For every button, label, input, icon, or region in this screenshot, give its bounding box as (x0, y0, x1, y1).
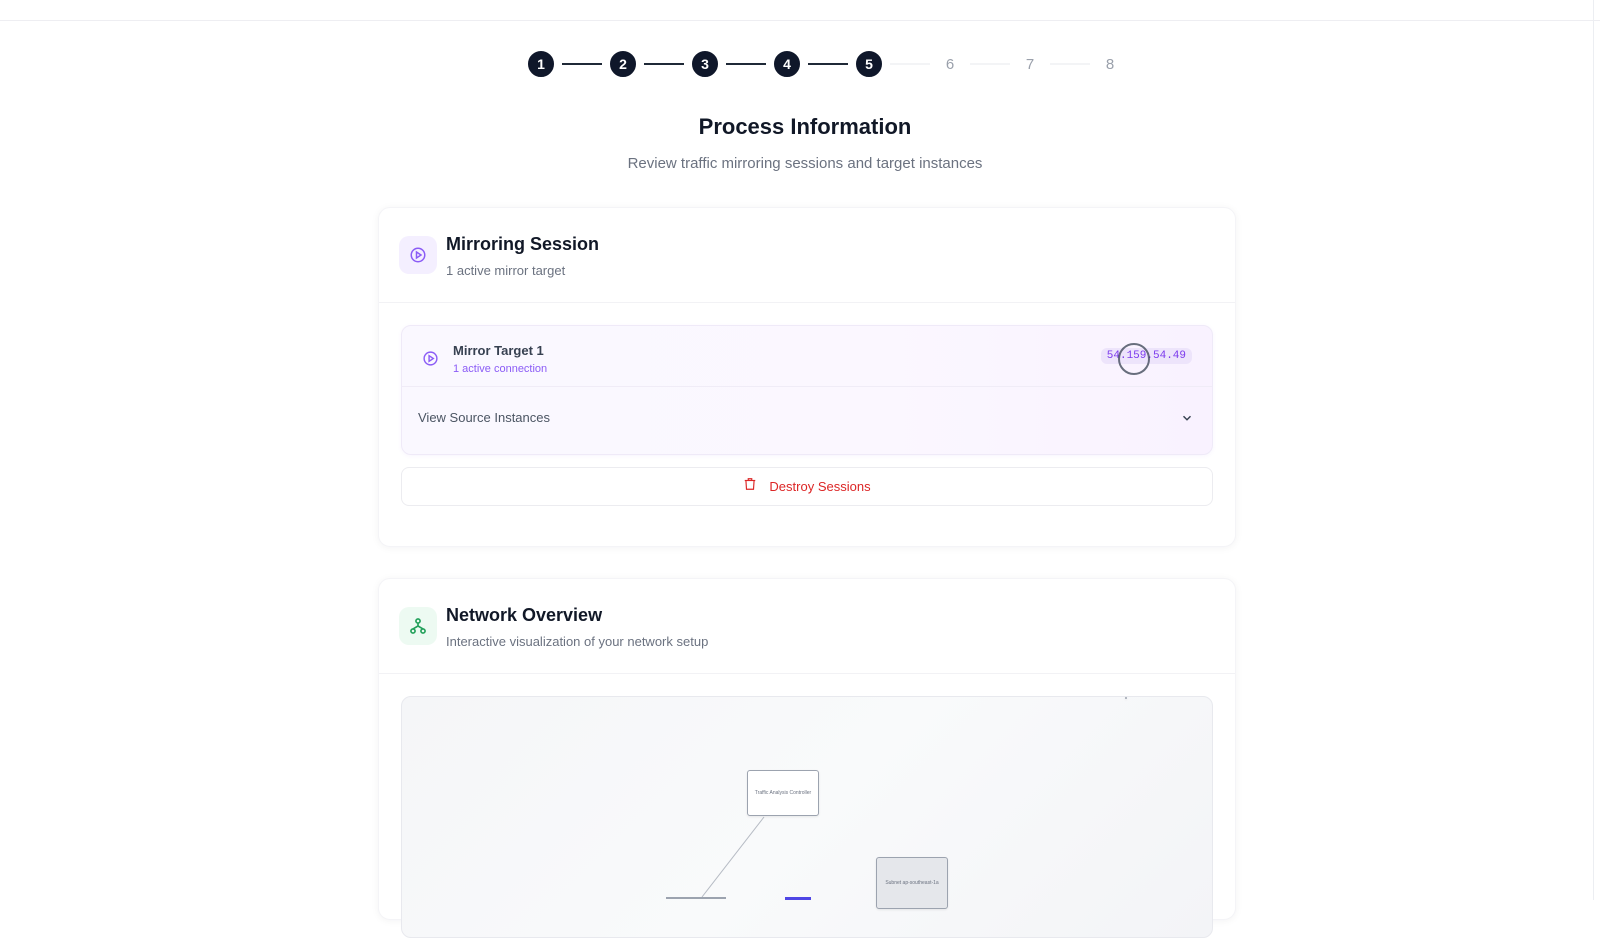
play-circle-icon (422, 350, 439, 372)
step-8: 8 (1105, 55, 1115, 73)
card-header: Mirroring Session 1 active mirror target (379, 208, 1235, 303)
network-icon (399, 607, 437, 645)
network-edges (701, 816, 765, 898)
card-subtitle: Interactive visualization of your networ… (446, 634, 709, 649)
node-label: Traffic Analysis Controller (754, 790, 812, 796)
mirror-target-panel: Mirror Target 1 1 active connection 54.1… (401, 325, 1213, 455)
step-6: 6 (945, 55, 955, 73)
mirror-target-row[interactable]: Mirror Target 1 1 active connection 54.1… (402, 326, 1212, 387)
view-source-instances-label: View Source Instances (418, 410, 550, 425)
step-1[interactable]: 1 (528, 51, 554, 77)
step-connector (1050, 63, 1090, 65)
node-subnet[interactable]: Subnet ap-southeast-1a (876, 857, 948, 909)
step-connector (970, 63, 1010, 65)
play-circle-icon (399, 236, 437, 274)
mouse-cursor-indicator (1118, 343, 1150, 375)
network-visualization[interactable]: Traffic Analysis Controller Subnet ap-so… (401, 696, 1213, 938)
page-title: Process Information (698, 114, 912, 139)
network-overview-card: Network Overview Interactive visualizati… (378, 578, 1236, 938)
card-header: Network Overview Interactive visualizati… (379, 579, 1235, 674)
view-source-instances-toggle[interactable]: View Source Instances (402, 386, 1212, 452)
mirroring-session-card: Mirroring Session 1 active mirror target… (378, 207, 1236, 547)
chevron-down-icon (1180, 411, 1194, 430)
step-2[interactable]: 2 (610, 51, 636, 77)
connection-count: 1 active connection (453, 363, 548, 375)
progress-stepper: 1 2 3 4 5 6 7 8 (528, 50, 1122, 78)
node-label: Subnet ap-southeast-1a (885, 880, 939, 886)
step-connector (726, 63, 766, 65)
trash-icon (743, 477, 757, 496)
page-subtitle: Review traffic mirroring sessions and ta… (627, 155, 983, 172)
node-traffic-controller[interactable]: Traffic Analysis Controller (747, 770, 819, 816)
step-connector (644, 63, 684, 65)
hidden-anchor (1125, 697, 1127, 699)
destroy-sessions-button[interactable]: Destroy Sessions (401, 467, 1213, 506)
node-edge-stub (666, 897, 726, 899)
step-connector (890, 63, 930, 65)
step-4[interactable]: 4 (774, 51, 800, 77)
step-7: 7 (1025, 55, 1035, 73)
mirror-target-name: Mirror Target 1 (453, 343, 544, 358)
card-subtitle: 1 active mirror target (446, 263, 566, 278)
step-connector (562, 63, 602, 65)
step-3[interactable]: 3 (692, 51, 718, 77)
card-title: Mirroring Session (446, 234, 600, 254)
card-title: Network Overview (446, 605, 603, 625)
destroy-sessions-label: Destroy Sessions (769, 479, 871, 494)
step-5[interactable]: 5 (856, 51, 882, 77)
step-connector (808, 63, 848, 65)
top-bar (0, 0, 1600, 21)
